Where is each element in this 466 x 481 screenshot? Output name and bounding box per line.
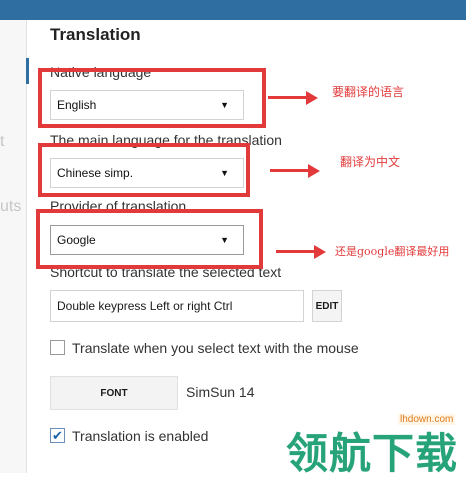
page-title: Translation: [50, 25, 141, 44]
sidebar-item-fragment[interactable]: t: [0, 133, 4, 151]
shortcut-input[interactable]: Double keypress Left or right Ctrl: [50, 290, 304, 322]
shortcut-value: Double keypress Left or right Ctrl: [57, 299, 233, 313]
font-button[interactable]: FONT: [50, 376, 178, 410]
annotation-highlight-box: [38, 68, 266, 128]
font-value: SimSun 14: [186, 384, 255, 400]
translate-on-select-checkbox[interactable]: [50, 340, 65, 355]
window-top-bar: [0, 0, 466, 20]
arrow-head-icon: [308, 164, 320, 178]
annotation-arrow: [268, 96, 308, 99]
sidebar: [0, 20, 27, 473]
watermark-logo: 领航下载: [286, 429, 459, 478]
annotation-text: 翻译为中文: [340, 155, 401, 169]
translation-enabled-checkbox[interactable]: ✔: [50, 428, 65, 443]
annotation-text: 还是google翻译最好用: [335, 245, 450, 258]
annotation-arrow: [270, 169, 310, 172]
translation-enabled-label[interactable]: Translation is enabled: [72, 428, 208, 444]
sidebar-item-fragment[interactable]: uts: [0, 198, 21, 216]
annotation-highlight-box: [38, 143, 250, 197]
annotation-arrow: [276, 250, 316, 253]
arrow-head-icon: [306, 91, 318, 105]
annotation-text: 要翻译的语言: [332, 85, 405, 99]
sidebar-selected-indicator: [26, 58, 29, 84]
edit-shortcut-button[interactable]: EDIT: [312, 290, 342, 322]
arrow-head-icon: [314, 245, 326, 259]
annotation-highlight-box: [36, 209, 263, 269]
translate-on-select-label[interactable]: Translate when you select text with the …: [72, 340, 359, 356]
